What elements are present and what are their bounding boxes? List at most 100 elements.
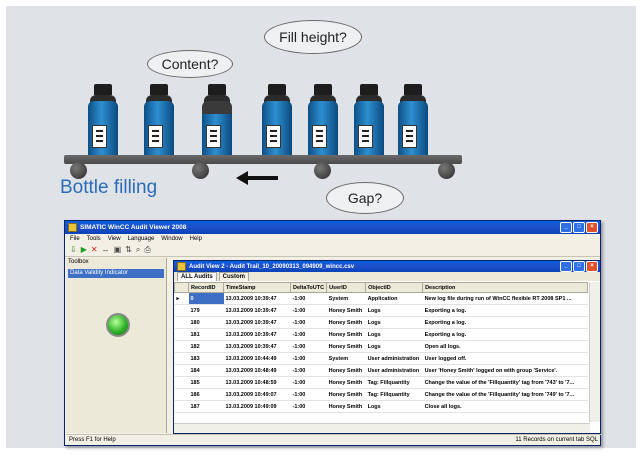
table-cell: 187 [188,400,224,413]
minimize-button[interactable]: _ [560,222,572,233]
table-cell: Logs [365,328,423,341]
table-cell: Logs [365,340,423,353]
tab-custom[interactable]: Custom [218,272,250,281]
column-header[interactable]: TimeStamp [223,282,291,293]
conveyor-belt [64,155,462,164]
table-cell: Close all logs. [422,400,588,413]
stop-icon[interactable]: ✕ [91,245,98,255]
table-cell: -1:00 [290,340,327,353]
menu-bar: File Tools View Language Window Help [65,234,600,244]
table-cell: -1:00 [290,376,327,389]
status-record-count: 11 Records on current tab SQL [515,437,598,443]
table-cell: Change the value of the 'Fillquantity' t… [422,388,588,401]
table-cell: User administration [365,364,423,377]
table-cell: 13.03.2009 10:49:09 [223,400,291,413]
table-cell: 13.03.2009 10:48:49 [223,364,291,377]
table-row[interactable]: 186 13.03.2009 10:49:07 -1:00 Honey Smith Ta… [174,388,588,401]
audit-table: RecordID TimeStamp DeltaToUTC UserID ObjectI… [174,282,588,413]
row-indicator [174,316,189,329]
toolbar: ⇩ ▶ ✕ ↔ ▣ ⇅ ⌕ ⎙ [65,244,600,257]
bottle [202,84,232,162]
row-indicator [174,388,189,401]
table-row[interactable]: ▸ 0 13.03.2009 10:39:47 -1:00 System Applicat… [174,292,588,305]
table-row[interactable]: 179 13.03.2009 10:39:47 -1:00 Honey Smith Lo… [174,304,588,317]
table-row[interactable]: 182 13.03.2009 10:39:47 -1:00 Honey Smith Lo… [174,340,588,353]
table-cell: System [326,352,366,365]
menu-view[interactable]: View [108,236,121,242]
table-cell: Logs [365,304,423,317]
column-header[interactable] [174,282,189,293]
table-cell: Honey Smith [326,304,366,317]
column-header[interactable]: UserID [326,282,367,293]
table-cell: -1:00 [290,292,327,305]
table-row[interactable]: 185 13.03.2009 10:48:59 -1:00 Honey Smith Ta… [174,376,588,389]
table-cell: -1:00 [290,364,327,377]
window-title: SIMATIC WinCC Audit Viewer 2008 [80,224,187,231]
table-cell: Logs [365,316,423,329]
print-icon[interactable]: ⎙ [144,245,150,255]
table-row[interactable]: 187 13.03.2009 10:49:09 -1:00 Honey Smith Lo… [174,400,588,413]
table-cell: User administration [365,352,423,365]
table-cell: System [326,292,366,305]
table-cell: Exporting a log. [422,316,588,329]
toolbox-panel: Toolbox Data Validity Indicator [66,258,167,433]
bottle [262,84,292,162]
table-cell: 13.03.2009 10:39:47 [223,328,291,341]
column-header[interactable]: Description [422,282,588,293]
table-row[interactable]: 184 13.03.2009 10:48:49 -1:00 Honey Smith Us… [174,364,588,377]
child-minimize-button[interactable]: _ [560,261,572,272]
table-cell: Logs [365,400,423,413]
menu-file[interactable]: File [70,236,80,242]
bottle [144,84,174,162]
status-bar: Press F1 for Help 11 Records on current … [66,434,602,445]
table-cell: 13.03.2009 10:44:49 [223,352,291,365]
open-icon[interactable]: ⇩ [70,245,77,255]
table-cell: Honey Smith [326,328,366,341]
bottle [354,84,384,162]
table-cell: Honey Smith [326,400,366,413]
table-cell: User 'Honey Smith' logged on with group … [422,364,588,377]
play-icon[interactable]: ▶ [81,245,87,255]
table-cell: 179 [188,304,224,317]
table-cell: 182 [188,340,224,353]
table-row[interactable]: 183 13.03.2009 10:44:49 -1:00 System User ad… [174,352,588,365]
child-close-button[interactable]: × [586,261,598,272]
search-icon[interactable]: ⌕ [136,245,140,255]
menu-language[interactable]: Language [128,236,155,242]
table-cell: -1:00 [290,352,327,365]
child-maximize-button[interactable]: □ [573,261,585,272]
vertical-scrollbar[interactable] [589,282,600,422]
slide-canvas: Fill height? Content? Bottle filling Gap… [6,6,636,448]
row-indicator [174,352,189,365]
table-cell: 13.03.2009 10:39:47 [223,316,291,329]
row-indicator [174,340,189,353]
table-cell: 184 [188,364,224,377]
close-button[interactable]: × [586,222,598,233]
toolbox-item-data-validity[interactable]: Data Validity Indicator [68,269,164,278]
filter-icon[interactable]: ▣ [114,245,122,255]
horizontal-scrollbar[interactable] [174,423,590,433]
navigate-icon[interactable]: ↔ [102,245,110,255]
gap-bubble: Gap? [326,182,404,214]
table-cell: 183 [188,352,224,365]
menu-help[interactable]: Help [190,236,202,242]
table-cell: -1:00 [290,304,327,317]
column-header[interactable]: ObjectID [365,282,424,293]
table-cell: -1:00 [290,400,327,413]
maximize-button[interactable]: □ [573,222,585,233]
table-cell: Honey Smith [326,340,366,353]
menu-tools[interactable]: Tools [87,236,101,242]
column-header[interactable]: DeltaToUTC [289,282,328,293]
sort-icon[interactable]: ⇅ [125,245,132,255]
conveyor-roller [438,162,455,179]
window-titlebar[interactable]: SIMATIC WinCC Audit Viewer 2008 _ □ × [65,221,600,234]
table-cell: Change the value of the 'Fillquantity' t… [422,376,588,389]
table-row[interactable]: 181 13.03.2009 10:39:47 -1:00 Honey Smith Lo… [174,328,588,341]
tab-all-audits[interactable]: ALL Audits [177,272,217,281]
table-row[interactable]: 180 13.03.2009 10:39:47 -1:00 Honey Smith Lo… [174,316,588,329]
child-titlebar[interactable]: Audit View 2 - Audit Trail_10_20090313_0… [174,261,600,272]
menu-window[interactable]: Window [161,236,182,242]
bottle [398,84,428,162]
column-header[interactable]: RecordID [188,282,224,293]
row-indicator [174,304,189,317]
